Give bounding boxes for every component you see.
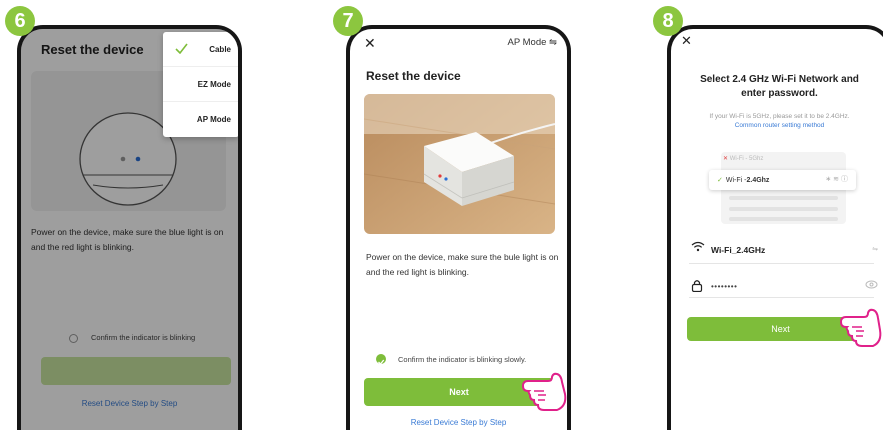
network-item-24ghz: ✓ Wi-Fi - 2.4Ghz ∗ ≋ ⓘ <box>709 170 856 190</box>
eye-icon[interactable] <box>865 280 878 289</box>
device-photo-illustration <box>364 94 555 234</box>
mode-dropdown-menu: Cable EZ Mode AP Mode <box>163 32 238 137</box>
title-line-1: Select 2.4 GHz Wi-Fi Network and <box>700 74 859 85</box>
step-badge-8: 8 <box>653 6 683 36</box>
cross-icon: ✕ <box>723 156 729 162</box>
reset-step-by-step-link[interactable]: Reset Device Step by Step <box>350 418 567 427</box>
close-icon[interactable]: ✕ <box>364 35 376 52</box>
menu-item-ap-mode[interactable]: AP Mode <box>163 102 238 137</box>
mode-switch[interactable]: AP Mode ⇋ <box>507 37 557 48</box>
wifi-status-icons: ∗ ≋ ⓘ <box>825 176 848 183</box>
divider <box>689 263 874 264</box>
switch-network-icon[interactable]: ⇋ <box>872 245 878 253</box>
instruction-text: Power on the device, make sure the bule … <box>366 252 559 277</box>
network-label: Wi-Fi - 5Ghz <box>729 156 764 162</box>
placeholder-bar <box>729 196 838 200</box>
confirm-label: Confirm the indicator is blinking slowly… <box>398 355 527 364</box>
page-title: Select 2.4 GHz Wi-Fi Network and enter p… <box>671 73 883 101</box>
network-label-prefix: Wi-Fi - <box>725 176 747 184</box>
title-line-2: enter password. <box>741 88 818 99</box>
lock-icon <box>691 280 703 292</box>
check-icon <box>175 43 188 54</box>
phone-screen-step-6: Reset the device Power on the device, ma… <box>17 25 242 430</box>
step-badge-6: 6 <box>5 6 35 36</box>
device-photo <box>364 94 555 234</box>
menu-item-label: AP Mode <box>196 115 231 124</box>
phone-screen-step-7: ✕ AP Mode ⇋ Reset the device Power on th <box>346 25 571 430</box>
phone-screen-step-8: ✕ Select 2.4 GHz Wi-Fi Network and enter… <box>667 25 883 430</box>
step-badge-7: 7 <box>333 6 363 36</box>
close-icon[interactable]: ✕ <box>681 33 692 49</box>
network-item-5ghz: ✕ Wi-Fi - 5Ghz <box>723 155 763 162</box>
divider <box>689 297 874 298</box>
menu-item-cable[interactable]: Cable <box>163 32 238 67</box>
network-label-band: 2.4Ghz <box>746 176 770 184</box>
check-icon: ✓ <box>717 177 723 184</box>
placeholder-bar <box>729 217 838 221</box>
router-setting-link[interactable]: Common router setting method <box>671 121 883 130</box>
pointing-hand-icon <box>840 308 882 347</box>
placeholder-bar <box>729 207 838 211</box>
wifi-password-field[interactable]: •••••••• <box>711 282 737 291</box>
check-icon <box>378 359 385 365</box>
menu-item-label: EZ Mode <box>197 79 231 89</box>
band-hint: If your Wi-Fi is 5GHz, please set it to … <box>671 112 883 130</box>
wifi-icon <box>691 241 705 252</box>
hint-text: If your Wi-Fi is 5GHz, please set it to … <box>709 113 850 120</box>
menu-item-label: Cable <box>209 44 231 54</box>
menu-item-ez-mode[interactable]: EZ Mode <box>163 67 238 102</box>
confirm-checkbox-checked[interactable] <box>376 354 386 365</box>
wifi-ssid-field[interactable]: Wi-Fi_2.4GHz <box>711 245 765 255</box>
pointing-hand-icon <box>522 372 567 411</box>
page-title: Reset the device <box>366 69 461 83</box>
